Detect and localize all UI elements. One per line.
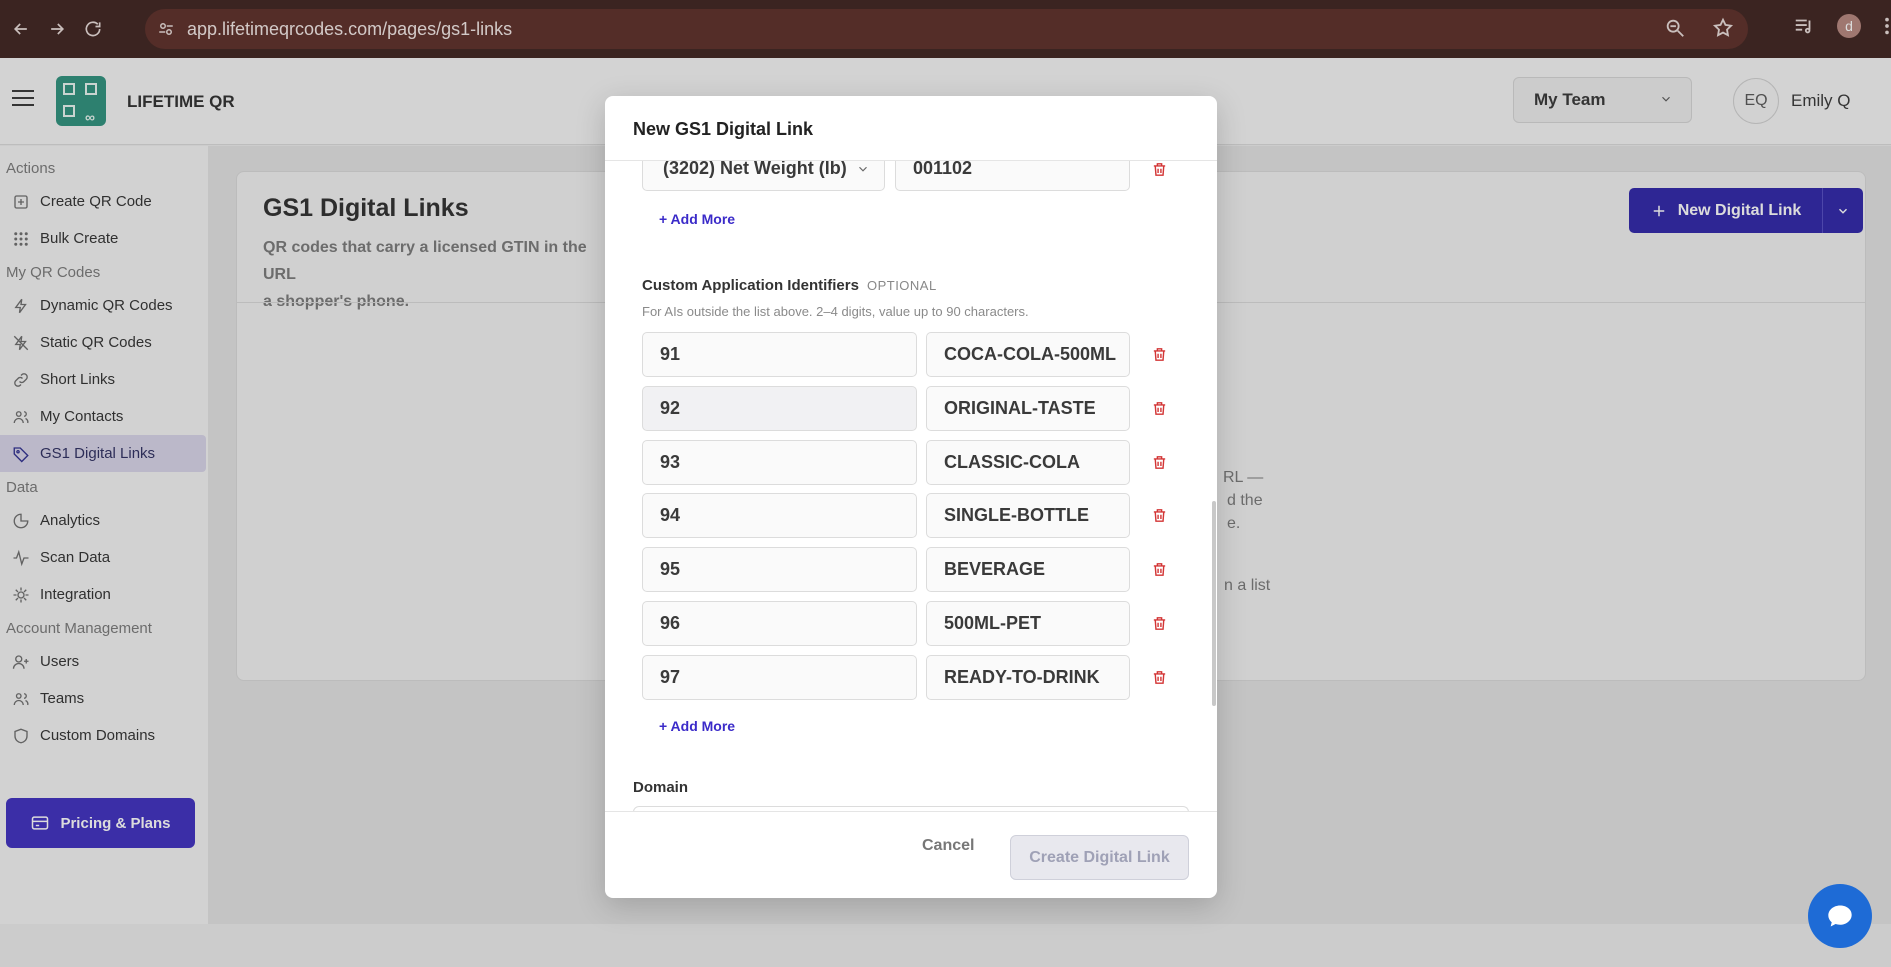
- ai-select-value: (3202) Net Weight (lb): [663, 161, 847, 178]
- chat-launcher-button[interactable]: [1808, 884, 1872, 948]
- custom-ai-code-input[interactable]: 97: [642, 655, 917, 700]
- modal-body[interactable]: (3202) Net Weight (lb) 001102 + Add More…: [605, 161, 1217, 811]
- optional-badge: OPTIONAL: [866, 278, 937, 293]
- ai-select[interactable]: (3202) Net Weight (lb): [642, 161, 885, 191]
- add-more-button[interactable]: + Add More: [659, 211, 735, 227]
- custom-ai-value-input[interactable]: ORIGINAL-TASTE: [926, 386, 1130, 431]
- modal-footer-divider: [605, 811, 1217, 812]
- chevron-down-icon: [859, 166, 867, 172]
- custom-ai-code-input[interactable]: 91: [642, 332, 917, 377]
- cancel-button[interactable]: Cancel: [922, 837, 974, 855]
- trash-icon[interactable]: [1148, 612, 1170, 634]
- custom-ai-code-input[interactable]: 92: [642, 386, 917, 431]
- trash-icon[interactable]: [1148, 558, 1170, 580]
- trash-icon[interactable]: [1148, 161, 1170, 180]
- custom-ai-code-input[interactable]: 95: [642, 547, 917, 592]
- domain-label: Domain: [633, 779, 689, 796]
- custom-ai-code-input[interactable]: 94: [642, 493, 917, 538]
- trash-icon[interactable]: [1148, 397, 1170, 419]
- modal-title: New GS1 Digital Link: [633, 119, 814, 139]
- custom-ai-value-input[interactable]: SINGLE-BOTTLE: [926, 493, 1130, 538]
- custom-ai-code-input[interactable]: 96: [642, 601, 917, 646]
- add-more-custom-ai-button[interactable]: + Add More: [659, 718, 735, 734]
- trash-icon[interactable]: [1148, 504, 1170, 526]
- custom-ai-code-input[interactable]: 93: [642, 440, 917, 485]
- custom-ai-section-label: Custom Application Identifiers OPTIONAL: [642, 277, 937, 294]
- custom-ai-value-input[interactable]: 500ML-PET: [926, 601, 1130, 646]
- scrollbar-thumb[interactable]: [1212, 501, 1216, 706]
- custom-ai-section-title: Custom Application Identifiers: [642, 277, 859, 294]
- chat-bubble-icon: [1828, 905, 1852, 927]
- custom-ai-value-input[interactable]: BEVERAGE: [926, 547, 1130, 592]
- modal-scrollbar[interactable]: [1211, 161, 1217, 811]
- trash-icon[interactable]: [1148, 451, 1170, 473]
- trash-icon[interactable]: [1148, 343, 1170, 365]
- new-gs1-link-modal: New GS1 Digital Link (3202) Net Weight (…: [605, 96, 1217, 898]
- custom-ai-value-input[interactable]: COCA-COLA-500ML: [926, 332, 1130, 377]
- trash-icon[interactable]: [1148, 666, 1170, 688]
- ai-value-input[interactable]: 001102: [895, 161, 1130, 191]
- custom-ai-value-input[interactable]: READY-TO-DRINK: [926, 655, 1130, 700]
- custom-ai-value-input[interactable]: CLASSIC-COLA: [926, 440, 1130, 485]
- create-digital-link-button[interactable]: Create Digital Link: [1010, 835, 1189, 880]
- custom-ai-hint: For AIs outside the list above. 2–4 digi…: [642, 304, 1029, 319]
